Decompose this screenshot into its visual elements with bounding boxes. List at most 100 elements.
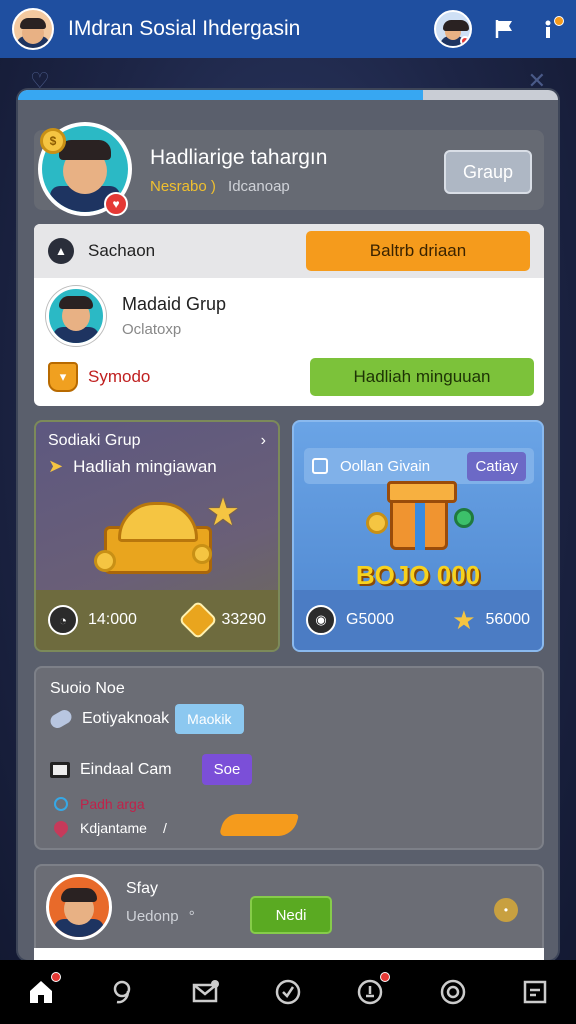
nav-messages-icon[interactable] — [186, 972, 226, 1012]
gift-footer: ◉ G5000 ★ 56000 — [294, 590, 542, 650]
info-badge — [554, 16, 564, 26]
next-card-edge — [34, 948, 544, 960]
clock-icon: ◔ — [48, 605, 78, 635]
clock-icon — [54, 797, 68, 811]
notes-row-1: Eotiyaknoak Maokik — [47, 704, 244, 734]
nav-search-icon[interactable] — [103, 972, 143, 1012]
bottom-nav — [0, 960, 576, 1024]
staff-subtitle-mark: ° — [188, 908, 195, 925]
stat-gold-value: 33290 — [221, 611, 267, 628]
main-panel: $ ♥ Hadliarige tahargın Nesrabo ) Idcano… — [18, 90, 558, 960]
member-row[interactable]: Madaid Grup Oclatoxp — [46, 286, 226, 346]
profile-avatar[interactable] — [434, 10, 472, 48]
section-label: Sachaon — [88, 241, 156, 260]
notes-line-2: Kdjantame / — [51, 818, 167, 838]
gift-tile[interactable]: Oollan Givain Catiay BOJO 000 ◉ G5000 ★ … — [292, 420, 544, 652]
reward-label: Symodo — [88, 367, 151, 386]
notes-row-2-button[interactable]: Soe — [201, 754, 253, 785]
heart-bg-icon: ♡ — [30, 68, 50, 93]
group-section-card: ▲ Sachaon Baltrb driaan Madaid Grup Ocla… — [34, 224, 544, 406]
tile-footer: ◔ 14:000 33290 — [36, 590, 278, 650]
progress-fill — [18, 90, 423, 100]
coin-icon: $ — [40, 128, 66, 154]
coin-outline-icon: ◉ — [306, 605, 336, 635]
chevron-icon[interactable]: › — [261, 432, 266, 450]
card-icon — [50, 761, 70, 778]
close-icon[interactable]: ✕ — [528, 68, 546, 93]
user-avatar[interactable] — [12, 8, 54, 50]
notes-row-2-label: Eindaal Cam — [80, 760, 172, 778]
nav-alerts-icon[interactable] — [350, 972, 391, 1012]
group-reward-tile[interactable]: Sodiaki Grup › ➤ Hadliah mingiawan ★ ◔ 1… — [34, 420, 280, 652]
member-avatar — [46, 286, 106, 346]
group-button[interactable]: Graup — [444, 150, 532, 194]
tile-subtitle-row: ➤ Hadliah mingiawan — [48, 456, 217, 477]
notes-title: Suoio Noe — [50, 680, 125, 697]
stat-time: ◔ 14:000 — [48, 605, 137, 635]
profile-subtitle: Nesrabo ) Idcanoap — [150, 178, 290, 195]
progress-bar — [18, 90, 558, 100]
notes-card: Suoio Noe Eotiyaknoak Maokik Eindaal Cam… — [34, 666, 544, 850]
notification-dot — [460, 36, 470, 46]
gold-icon — [177, 600, 218, 640]
triangle-icon: ▲ — [48, 238, 74, 264]
stat-stars: ★ 56000 — [452, 605, 530, 636]
section-action-button[interactable]: Baltrb driaan — [306, 231, 530, 271]
staff-subtitle-text: Uedonp — [126, 908, 179, 925]
stat-time-value: 14:000 — [88, 611, 137, 628]
nav-menu-icon[interactable] — [515, 972, 555, 1012]
profile-status: Nesrabo ) — [150, 178, 216, 195]
coin-icon — [94, 550, 116, 572]
nav-home-icon[interactable] — [21, 972, 62, 1012]
coin-icon — [192, 544, 212, 564]
flag-icon[interactable] — [492, 16, 518, 42]
highlight-mark — [218, 814, 300, 836]
top-bar: IMdran Sosial Ihdergasin — [0, 0, 576, 58]
gem-icon — [454, 508, 474, 528]
reward-row: ▾ Symodo Hadliah minguuan — [48, 358, 534, 396]
info-icon[interactable] — [538, 16, 564, 42]
nav-settings-icon[interactable] — [433, 972, 473, 1012]
notes-line-2-text: Kdjantame — [80, 820, 147, 836]
stat-stars-value: 56000 — [485, 611, 531, 628]
tile-subtitle: Hadliah mingiawan — [73, 456, 217, 476]
heart-icon: ♥ — [104, 192, 128, 216]
app-title: IMdran Sosial Ihdergasin — [68, 17, 301, 40]
staff-action-button[interactable]: Nedi — [250, 896, 332, 934]
notes-line-2-mark: / — [162, 820, 167, 836]
pill-icon — [47, 707, 75, 731]
home-badge — [51, 972, 62, 982]
member-subtitle: Oclatoxp — [122, 321, 182, 338]
gift-label: Oollan Givain — [340, 457, 431, 475]
notes-row-1-button[interactable]: Maokik — [175, 704, 244, 734]
star-icon: ★ — [206, 492, 241, 534]
bucket-icon: ▾ — [48, 362, 78, 392]
coin-icon — [366, 512, 388, 534]
member-name: Madaid Grup — [122, 294, 227, 314]
staff-avatar[interactable] — [46, 874, 112, 940]
nav-check-icon[interactable] — [268, 972, 308, 1012]
stat-coins: ◉ G5000 — [306, 605, 394, 635]
staff-subtitle: Uedonp ° — [126, 908, 195, 925]
notes-row-2: Eindaal Cam Soe — [50, 754, 253, 785]
gift-box-icon — [387, 481, 457, 550]
notes-line-1: Padh arga — [54, 796, 145, 812]
stat-coins-value: G5000 — [346, 611, 395, 628]
gift-header: Oollan Givain Catiay — [304, 448, 534, 484]
top-actions — [434, 10, 564, 48]
section-header: ▲ Sachaon Baltrb driaan — [34, 224, 544, 278]
gift-action-button[interactable]: Catiay — [467, 451, 526, 481]
stat-gold: 33290 — [177, 600, 267, 640]
notes-row-1-label: Eotiyaknoak — [82, 710, 170, 727]
drop-icon — [51, 818, 71, 838]
background-strip: ♡ ✕ — [0, 58, 576, 93]
alerts-badge — [380, 972, 391, 982]
weekly-reward-button[interactable]: Hadliah minguuan — [310, 358, 534, 396]
profile-handle: Idcanoap — [228, 178, 290, 195]
staff-card: Sfay Uedonp ° Nedi • — [34, 864, 544, 960]
gift-amount: BOJO 000 — [355, 560, 481, 590]
square-icon — [312, 458, 328, 474]
staff-name: Sfay — [126, 880, 159, 897]
more-button[interactable]: • — [494, 898, 518, 922]
star-icon: ★ — [452, 604, 476, 635]
